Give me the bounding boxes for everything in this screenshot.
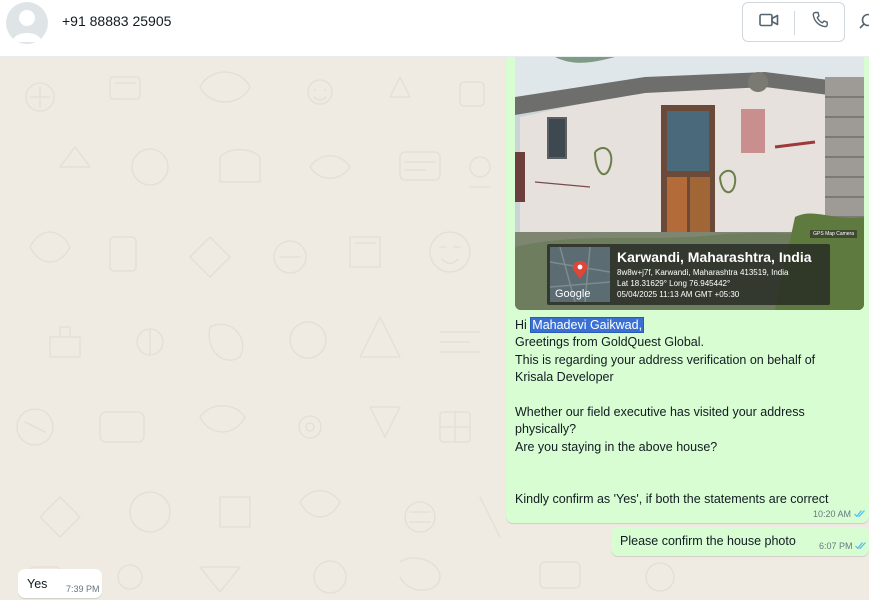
message-line: Hi Mahadevi Gaikwad,	[515, 317, 645, 333]
read-receipt-icon	[855, 542, 866, 550]
mini-map: Google	[550, 247, 610, 302]
message-blank-line	[515, 387, 855, 404]
chat-area[interactable]: GPS Map Camera Google Karwandi, Maharash…	[0, 57, 869, 600]
message-line: Greetings from GoldQuest Global.	[515, 335, 704, 350]
call-button-group	[742, 2, 845, 42]
message-text: Hi Mahadevi Gaikwad, Greetings from Gold…	[515, 317, 855, 508]
message-line: This is regarding your address verificat…	[515, 352, 816, 367]
message-line: Are you staying in the above house?	[515, 439, 718, 454]
selected-text: Mahadevi Gaikwad,	[530, 317, 645, 333]
location-title: Karwandi, Maharashtra, India	[617, 249, 812, 265]
message-time: 6:07 PM	[819, 541, 853, 551]
search-icon	[858, 13, 869, 32]
map-provider-label: Google	[555, 288, 591, 300]
message-text: Please confirm the house photo	[620, 534, 796, 548]
read-receipt-icon	[854, 510, 865, 518]
message-blank-line	[515, 456, 855, 473]
message-blank-line	[515, 474, 855, 491]
location-address: 8w8w+j7f, Karwandi, Maharashtra 413519, …	[617, 268, 789, 277]
message-line: physically?	[515, 422, 577, 437]
gps-camera-badge: GPS Map Camera	[810, 230, 857, 238]
location-datetime: 05/04/2025 11:13 AM GMT +05:30	[617, 290, 740, 299]
message-text: Yes	[27, 577, 48, 591]
location-photo[interactable]: GPS Map Camera Google Karwandi, Maharash…	[515, 57, 864, 310]
geotag-overlay: Google Karwandi, Maharashtra, India 8w8w…	[547, 244, 830, 305]
chat-header: +91 88883 25905	[0, 0, 869, 57]
avatar-icon[interactable]	[6, 2, 48, 44]
voice-call-button[interactable]	[795, 3, 845, 41]
location-coordinates: Lat 18.31629° Long 76.945442°	[617, 279, 731, 288]
message-line: Whether our field executive has visited …	[515, 405, 805, 420]
voice-call-icon	[812, 11, 828, 33]
message-bubble-outgoing[interactable]: Please confirm the house photo 6:07 PM	[611, 527, 869, 556]
message-line: Krisala Developer	[515, 370, 614, 385]
video-call-button[interactable]	[743, 3, 794, 41]
message-bubble-incoming[interactable]: Yes 7:39 PM	[18, 569, 102, 598]
message-line: Kindly confirm as 'Yes', if both the sta…	[515, 492, 829, 507]
contact-name[interactable]: +91 88883 25905	[62, 13, 171, 29]
message-bubble-outgoing[interactable]: GPS Map Camera Google Karwandi, Maharash…	[506, 57, 869, 523]
message-time: 7:39 PM	[66, 584, 100, 594]
search-button[interactable]	[858, 12, 869, 32]
message-time: 10:20 AM	[813, 509, 852, 519]
video-call-icon	[758, 13, 779, 32]
